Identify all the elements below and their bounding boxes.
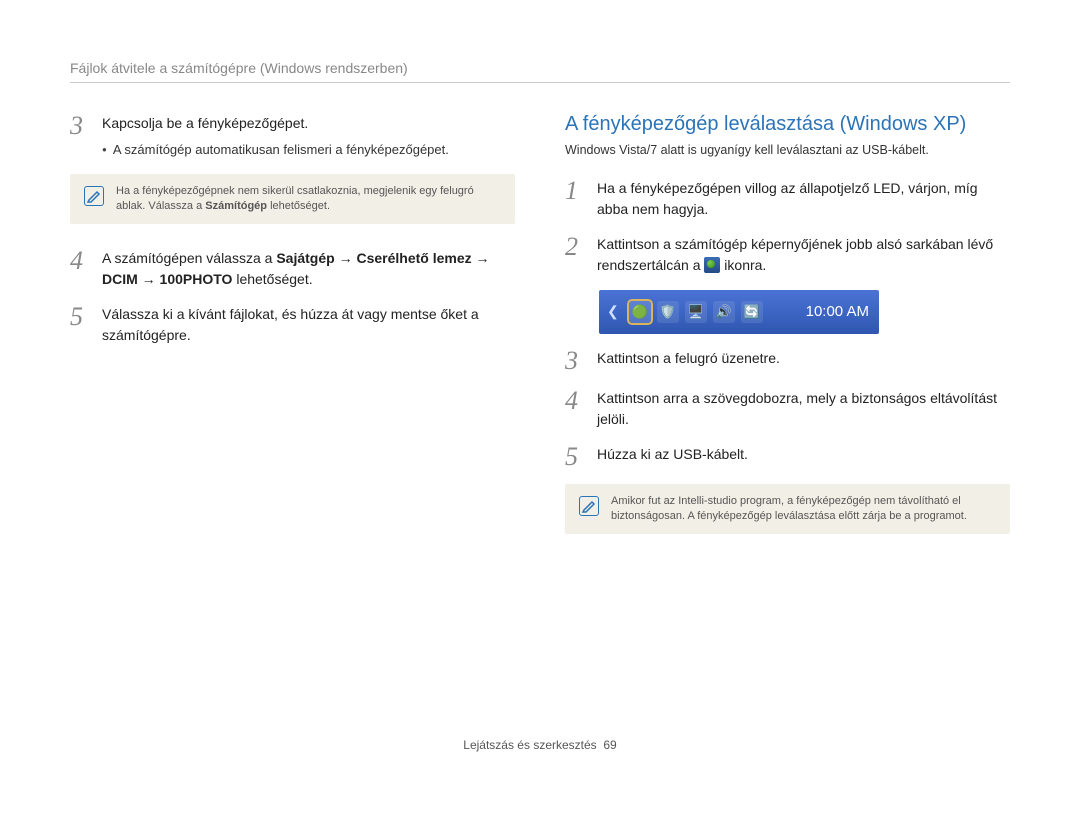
step-number: 5 bbox=[565, 444, 587, 470]
step-body: Ha a fényképezőgépen villog az állapotje… bbox=[597, 178, 1010, 220]
right-step-2: 2 Kattintson a számítógép képernyőjének … bbox=[565, 234, 1010, 276]
step4-post: lehetőséget. bbox=[232, 271, 312, 287]
volume-icon[interactable]: 🔊 bbox=[713, 301, 735, 323]
left-step-3: 3 Kapcsolja be a fényképezőgépet. A szám… bbox=[70, 113, 515, 160]
step-body: Válassza ki a kívánt fájlokat, és húzza … bbox=[102, 304, 515, 346]
left-step-5: 5 Válassza ki a kívánt fájlokat, és húzz… bbox=[70, 304, 515, 346]
step-body: A számítógépen válassza a Sajátgép → Cse… bbox=[102, 248, 515, 290]
header-breadcrumb: Fájlok átvitele a számítógépre (Windows … bbox=[70, 60, 1010, 83]
right-step-3: 3 Kattintson a felugró üzenetre. bbox=[565, 348, 1010, 374]
right-step-4: 4 Kattintson arra a szövegdobozra, mely … bbox=[565, 388, 1010, 430]
content-columns: 3 Kapcsolja be a fényképezőgépet. A szám… bbox=[70, 113, 1010, 558]
left-column: 3 Kapcsolja be a fényképezőgépet. A szám… bbox=[70, 113, 515, 558]
network-icon[interactable]: 🖥️ bbox=[685, 301, 707, 323]
systray-expand-arrow-icon[interactable]: ❮ bbox=[603, 303, 623, 320]
note-text: Ha a fényképezőgépnek nem sikerül csatla… bbox=[116, 184, 501, 215]
right-note-box: Amikor fut az Intelli-studio program, a … bbox=[565, 484, 1010, 535]
step-body: Kattintson a felugró üzenetre. bbox=[597, 348, 780, 374]
note-icon bbox=[579, 496, 599, 516]
step-number: 1 bbox=[565, 178, 587, 220]
step-number: 5 bbox=[70, 304, 92, 346]
step-number: 2 bbox=[565, 234, 587, 276]
safely-remove-icon bbox=[704, 257, 720, 273]
right-step-1: 1 Ha a fényképezőgépen villog az állapot… bbox=[565, 178, 1010, 220]
windows-systray: ❮ 🟢 🛡️ 🖥️ 🔊 🔄 10:00 AM bbox=[599, 290, 879, 334]
note-text: Amikor fut az Intelli-studio program, a … bbox=[611, 494, 996, 525]
step-body: Kapcsolja be a fényképezőgépet. A számít… bbox=[102, 113, 449, 160]
update-icon[interactable]: 🔄 bbox=[741, 301, 763, 323]
step2-post: ikonra. bbox=[724, 257, 766, 273]
safely-remove-hardware-icon[interactable]: 🟢 bbox=[629, 301, 651, 323]
section-subtitle: Windows Vista/7 alatt is ugyanígy kell l… bbox=[565, 142, 1010, 160]
step-number: 3 bbox=[565, 348, 587, 374]
page-footer: Lejátszás és szerkesztés 69 bbox=[70, 738, 1010, 752]
step-number: 3 bbox=[70, 113, 92, 160]
left-note-box: Ha a fényképezőgépnek nem sikerül csatla… bbox=[70, 174, 515, 225]
page-root: Fájlok átvitele a számítógépre (Windows … bbox=[0, 0, 1080, 772]
right-column: A fényképezőgép leválasztása (Windows XP… bbox=[565, 113, 1010, 558]
systray-clock[interactable]: 10:00 AM bbox=[806, 303, 869, 320]
footer-section: Lejátszás és szerkesztés bbox=[463, 738, 596, 752]
shield-security-icon[interactable]: 🛡️ bbox=[657, 301, 679, 323]
step2-pre: Kattintson a számítógép képernyőjének jo… bbox=[597, 236, 993, 273]
section-title: A fényképezőgép leválasztása (Windows XP… bbox=[565, 113, 1010, 136]
step-body: Kattintson arra a szövegdobozra, mely a … bbox=[597, 388, 1010, 430]
note-part-bold: Számítógép bbox=[205, 200, 267, 212]
step-body: Húzza ki az USB-kábelt. bbox=[597, 444, 748, 470]
step-text: Kapcsolja be a fényképezőgépet. bbox=[102, 113, 449, 134]
step-body: Kattintson a számítógép képernyőjének jo… bbox=[597, 234, 1010, 276]
right-step-5: 5 Húzza ki az USB-kábelt. bbox=[565, 444, 1010, 470]
step-number: 4 bbox=[70, 248, 92, 290]
note-part-c: lehetőséget. bbox=[267, 200, 330, 212]
step-number: 4 bbox=[565, 388, 587, 430]
left-step-4: 4 A számítógépen válassza a Sajátgép → C… bbox=[70, 248, 515, 290]
step-sub-bullet: A számítógép automatikusan felismeri a f… bbox=[102, 140, 449, 160]
note-icon bbox=[84, 186, 104, 206]
step4-pre: A számítógépen válassza a bbox=[102, 250, 276, 266]
footer-page-number: 69 bbox=[603, 738, 616, 752]
